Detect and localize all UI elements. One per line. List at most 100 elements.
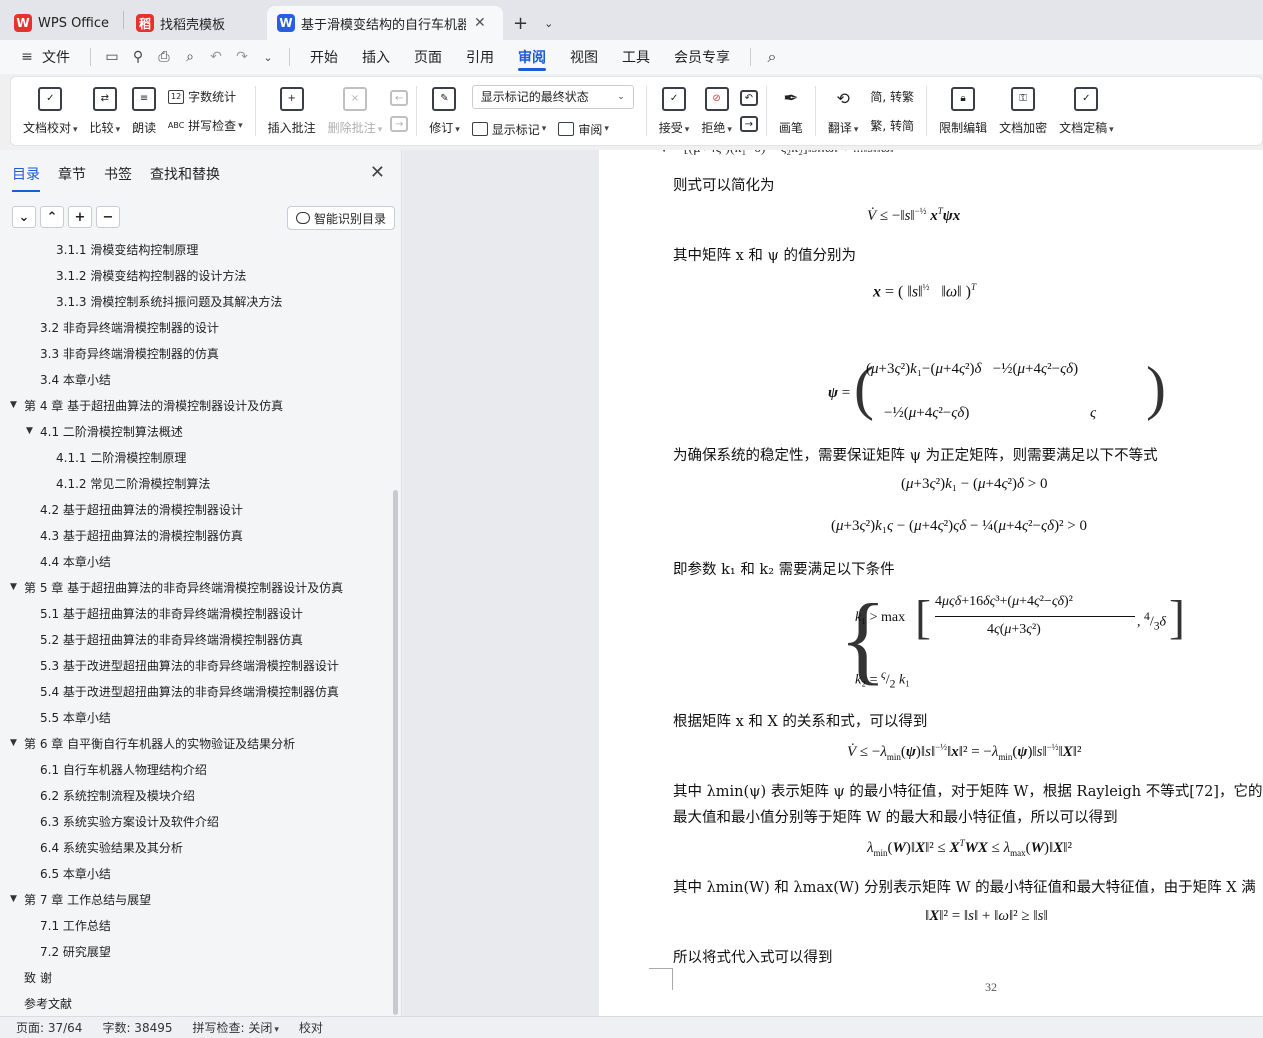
toc-item[interactable]: 3.4 本章小结	[40, 366, 111, 392]
toc-item[interactable]: 4.2 基于超扭曲算法的滑模控制器设计	[40, 496, 243, 522]
minus-icon[interactable]: −	[96, 206, 120, 228]
divider	[289, 48, 290, 66]
tab-chapters[interactable]: 章节	[58, 164, 86, 192]
undo-icon[interactable]: ↶	[203, 44, 229, 70]
toc-item[interactable]: ▼ 4.1 二阶滑模控制算法概述	[26, 418, 183, 444]
expand-arrow-icon[interactable]: ▼	[26, 426, 40, 436]
compare-button[interactable]: ⇄ 比较 ▾	[84, 80, 127, 142]
menu-member[interactable]: 会员专享	[662, 40, 742, 74]
word-count-indicator[interactable]: 字数: 38495	[102, 1019, 172, 1036]
menu-review[interactable]: 审阅	[506, 40, 558, 74]
toc-item[interactable]: 3.2 非奇异终端滑模控制器的设计	[40, 314, 219, 340]
menu-view[interactable]: 视图	[558, 40, 610, 74]
encrypt-button[interactable]: ⚿ 文档加密	[993, 80, 1053, 142]
save-icon[interactable]: ▭	[99, 44, 125, 70]
toc-item[interactable]: 3.1.3 滑模控制系统抖振问题及其解决方法	[56, 288, 282, 314]
tab-template[interactable]: 稻 找稻壳模板	[126, 6, 266, 40]
markup-state-select[interactable]: 显示标记的最终状态 ⌄	[471, 84, 634, 109]
chevron-down-icon[interactable]: ⌄	[536, 6, 561, 40]
toc-item[interactable]: 4.1.1 二阶滑模控制原理	[56, 444, 186, 470]
toc-item[interactable]: 4.4 本章小结	[40, 548, 111, 574]
tab-wps-office[interactable]: W WPS Office	[4, 6, 120, 40]
tab-document[interactable]: W 基于滑模变结构的自行车机器人 ✕	[267, 6, 504, 40]
toc-item[interactable]: 6.5 本章小结	[40, 860, 111, 886]
new-tab-button[interactable]: +	[505, 6, 536, 40]
toc-item[interactable]: 7.2 研究展望	[40, 938, 111, 964]
toc-item[interactable]: 致 谢	[24, 964, 52, 990]
toc-item[interactable]: 3.3 非奇异终端滑模控制器的仿真	[40, 340, 219, 366]
tab-find-replace[interactable]: 查找和替换	[150, 164, 220, 192]
expand-arrow-icon[interactable]: ▼	[10, 582, 24, 592]
print-preview-icon[interactable]: ⌕	[177, 44, 203, 70]
review-pane-button[interactable]: 审阅 ▾	[558, 121, 609, 138]
toc-item[interactable]: 参考文献	[24, 990, 72, 1016]
chevron-up-icon[interactable]: ⌃	[40, 206, 64, 228]
toc-item[interactable]: 6.1 自行车机器人物理结构介绍	[40, 756, 207, 782]
to-traditional-button[interactable]: 简, 转繁	[870, 88, 914, 105]
reject-button[interactable]: ⊘ 拒绝 ▾	[695, 80, 738, 142]
insert-comment-button[interactable]: + 插入批注	[262, 80, 322, 142]
toc-item[interactable]: 4.1.2 常见二阶滑模控制算法	[56, 470, 210, 496]
menu-insert[interactable]: 插入	[350, 40, 402, 74]
word-count-button[interactable]: 12 字数统计	[168, 88, 243, 105]
menu-page[interactable]: 页面	[402, 40, 454, 74]
menu-file[interactable]: 文件	[40, 40, 82, 74]
toc-item[interactable]: 5.2 基于超扭曲算法的非奇异终端滑模控制器仿真	[40, 626, 303, 652]
toc-item[interactable]: 4.3 基于超扭曲算法的滑模控制器仿真	[40, 522, 243, 548]
toc-item[interactable]: 7.1 工作总结	[40, 912, 111, 938]
toc-item[interactable]: 6.4 系统实验结果及其分析	[40, 834, 183, 860]
toc-item[interactable]: 5.5 本章小结	[40, 704, 111, 730]
toc-item[interactable]: ▼ 第 5 章 基于超扭曲算法的非奇异终端滑模控制器设计及仿真	[10, 574, 343, 600]
spell-check-status[interactable]: 拼写检查: 关闭 ▾	[193, 1019, 279, 1036]
toc-item[interactable]: 3.1.2 滑模变结构控制器的设计方法	[56, 262, 246, 288]
page-indicator[interactable]: 页面: 37/64	[16, 1019, 82, 1036]
smart-toc-button[interactable]: 智能识别目录	[287, 206, 396, 230]
revise-button[interactable]: ✎ 修订 ▾	[423, 80, 466, 142]
toc-item-label: 6.4 系统实验结果及其分析	[40, 840, 183, 855]
pen-button[interactable]: ✒ 画笔	[773, 80, 809, 142]
delete-comment-button[interactable]: × 删除批注 ▾	[322, 80, 389, 142]
document-page[interactable]: V = [(μ+4ς²)(k₁−δ) − ζ₂k₂]‖s‖‖ω‖ + ...‖s…	[599, 150, 1263, 1016]
expand-arrow-icon[interactable]: ▼	[10, 738, 24, 748]
toc-item[interactable]: 5.3 基于改进型超扭曲算法的非奇异终端滑模控制器设计	[40, 652, 339, 678]
toc-item[interactable]: 5.1 基于超扭曲算法的非奇异终端滑模控制器设计	[40, 600, 303, 626]
doc-check-button[interactable]: ✓ 文档校对 ▾	[17, 80, 84, 142]
to-simplified-button[interactable]: 繁, 转简	[870, 117, 914, 134]
expand-arrow-icon[interactable]: ▼	[10, 894, 24, 904]
chevron-down-icon[interactable]: ⌄	[255, 44, 281, 70]
toc-item[interactable]: 3.1.1 滑模变结构控制原理	[56, 240, 198, 262]
spell-check-button[interactable]: ABC 拼写检查 ▾	[168, 117, 243, 134]
share-icon[interactable]: ⚲	[125, 44, 151, 70]
toc-item[interactable]: 6.3 系统实验方案设计及软件介绍	[40, 808, 219, 834]
hamburger-icon[interactable]: ≡	[14, 44, 40, 70]
translate-button[interactable]: ⟲ 翻译 ▾	[822, 80, 865, 142]
show-markup-button[interactable]: 显示标记 ▾	[471, 121, 546, 138]
menu-reference[interactable]: 引用	[454, 40, 506, 74]
tab-bookmarks[interactable]: 书签	[104, 164, 132, 192]
toc-item[interactable]: ▼ 第 7 章 工作总结与展望	[10, 886, 151, 912]
page-corner-mark	[649, 968, 673, 990]
toc-item[interactable]: 6.2 系统控制流程及模块介绍	[40, 782, 195, 808]
change-nav-button[interactable]: ↶ →	[738, 80, 760, 142]
menu-tools[interactable]: 工具	[610, 40, 662, 74]
toc-item[interactable]: ▼ 第 6 章 自平衡自行车机器人的实物验证及结果分析	[10, 730, 295, 756]
accept-button[interactable]: ✓ 接受 ▾	[653, 80, 696, 142]
menu-home[interactable]: 开始	[298, 40, 350, 74]
add-icon[interactable]: +	[68, 206, 92, 228]
finalize-button[interactable]: ✓ 文档定稿 ▾	[1053, 80, 1120, 142]
expand-arrow-icon[interactable]: ▼	[10, 400, 24, 410]
restrict-edit-button[interactable]: 🔒︎ 限制编辑	[933, 80, 993, 142]
close-icon[interactable]: ✕	[370, 162, 385, 183]
read-aloud-button[interactable]: ≡ 朗读	[126, 80, 162, 142]
toc-scrollbar[interactable]	[393, 490, 398, 1015]
toc-item[interactable]: 5.4 基于改进型超扭曲算法的非奇异终端滑模控制器仿真	[40, 678, 339, 704]
chevron-down-icon[interactable]: ⌄	[12, 206, 36, 228]
comment-nav-button[interactable]: ← →	[388, 80, 410, 142]
redo-icon[interactable]: ↷	[229, 44, 255, 70]
print-icon[interactable]: ⎙	[151, 44, 177, 70]
tab-toc[interactable]: 目录	[12, 164, 40, 192]
close-icon[interactable]: ✕	[474, 15, 486, 31]
toc-item[interactable]: ▼ 第 4 章 基于超扭曲算法的滑模控制器设计及仿真	[10, 392, 283, 418]
proofread-status[interactable]: 校对	[299, 1019, 323, 1036]
search-icon[interactable]: ⌕	[759, 44, 785, 70]
